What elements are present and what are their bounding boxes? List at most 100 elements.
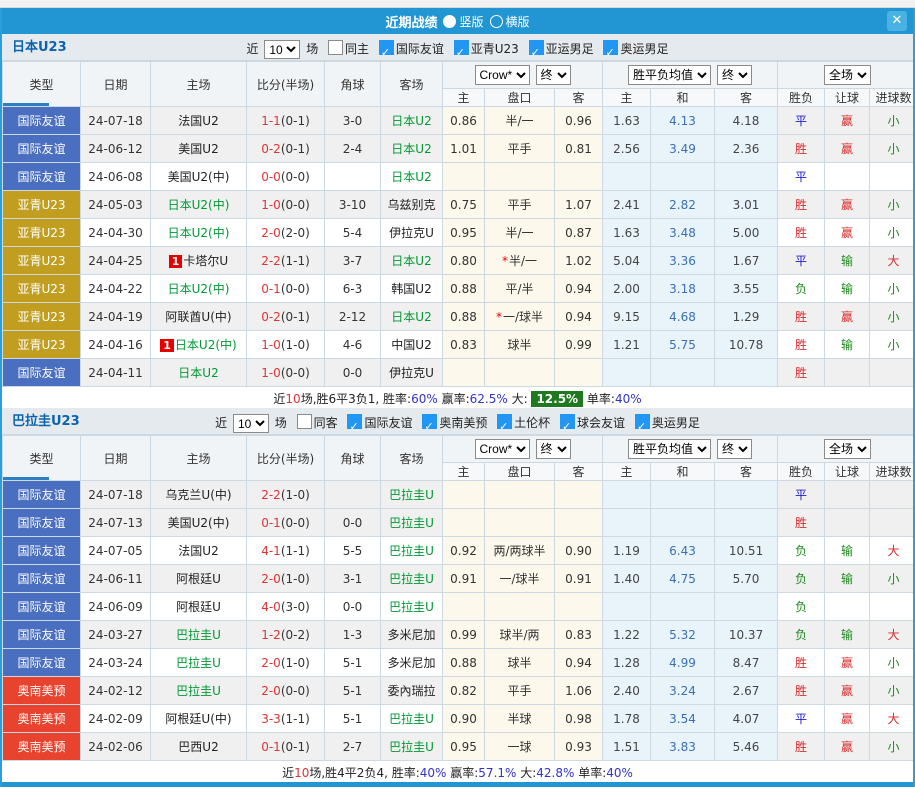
competition-checkbox[interactable] — [379, 40, 394, 55]
handicap-value: *平手 — [485, 677, 555, 705]
competition-checkbox[interactable] — [529, 40, 544, 55]
competition-filter[interactable]: 国际友谊 — [347, 416, 412, 430]
match-score: 0-1(0-0) — [247, 509, 325, 537]
result-handicap: 输 — [825, 537, 870, 565]
horizontal-layout-label[interactable]: 横版 — [506, 13, 530, 30]
avg-final-select[interactable]: 终 — [717, 65, 752, 85]
match-score: 2-0(1-0) — [247, 565, 325, 593]
match-date: 24-02-09 — [81, 705, 151, 733]
result-handicap — [825, 593, 870, 621]
avg-away-value: 1.29 — [715, 303, 778, 331]
same-side-checkbox[interactable] — [328, 40, 343, 55]
result-wdl: 胜 — [778, 677, 825, 705]
rank-badge: 1 — [160, 339, 174, 352]
competition-filter[interactable]: 奥运男足 — [603, 42, 668, 56]
odds-final-select[interactable]: 终 — [536, 65, 571, 85]
team-section: 巴拉圭U23 近 10 场 同客 国际友谊 奥南美预 土伦杯 球会友谊 奥运男足… — [2, 408, 913, 782]
match-row: 国际友谊 24-06-09 阿根廷U 4-0(3-0) 0-0 巴拉圭U * 负 — [3, 593, 914, 621]
sub-header-handicap: 盘口 — [485, 463, 555, 481]
competition-filter[interactable]: 土伦杯 — [497, 416, 550, 430]
competition-filter[interactable]: 亚青U23 — [454, 42, 519, 56]
result-handicap — [825, 509, 870, 537]
match-count-select[interactable]: 10 — [233, 414, 269, 433]
odds-final-select[interactable]: 终 — [536, 439, 571, 459]
competition-filter[interactable]: 球会友谊 — [560, 416, 625, 430]
close-icon[interactable]: ✕ — [887, 11, 907, 31]
avg-draw-value — [651, 509, 715, 537]
result-wdl: 平 — [778, 705, 825, 733]
col-header-type: 类型 — [3, 62, 81, 107]
odds-group-header: Crow* 终 — [443, 436, 603, 463]
summary-part: 60% — [411, 392, 438, 406]
odds-home-value: 0.99 — [443, 621, 485, 649]
avg-away-value: 2.36 — [715, 135, 778, 163]
away-team: 日本U2 — [381, 135, 443, 163]
odds-away-value: 0.81 — [555, 135, 603, 163]
match-date: 24-06-11 — [81, 565, 151, 593]
competition-filter[interactable]: 国际友谊 — [379, 42, 444, 56]
same-side-filter[interactable]: 同主 — [328, 42, 369, 56]
result-wdl: 胜 — [778, 331, 825, 359]
odds-source-select[interactable]: Crow* — [475, 65, 530, 85]
odds-away-value: 0.93 — [555, 733, 603, 761]
competition-checkbox[interactable] — [603, 40, 618, 55]
same-side-checkbox[interactable] — [297, 414, 312, 429]
result-handicap: 赢 — [825, 303, 870, 331]
vertical-layout-radio[interactable] — [443, 15, 456, 28]
odds-home-value: 0.88 — [443, 275, 485, 303]
avg-type-select[interactable]: 胜平负均值 — [628, 439, 711, 459]
home-team: 日本U2 — [151, 359, 247, 387]
handicap-value: *半/一 — [485, 247, 555, 275]
competition-filter[interactable]: 亚运男足 — [529, 42, 594, 56]
corner-score: 5-1 — [325, 649, 381, 677]
match-count-select[interactable]: 10 — [264, 40, 300, 59]
home-team: 日本U2(中) — [151, 219, 247, 247]
corner-score: 5-5 — [325, 537, 381, 565]
match-row: 国际友谊 24-03-27 巴拉圭U 1-2(0-2) 1-3 多米尼加 0.9… — [3, 621, 914, 649]
odds-home-value: 0.75 — [443, 191, 485, 219]
window-titlebar: 近期战绩 竖版 横版 ✕ — [2, 8, 913, 34]
team-title: 日本U23 — [12, 34, 67, 61]
horizontal-layout-radio[interactable] — [490, 15, 503, 28]
odds-source-select[interactable]: Crow* — [475, 439, 530, 459]
scope-select[interactable]: 全场 — [824, 439, 871, 459]
avg-draw-value: 3.54 — [651, 705, 715, 733]
result-goals: 小 — [870, 733, 913, 761]
filter-bar: 近 10 场 同主 国际友谊 亚青U23 亚运男足 奥运男足 — [247, 36, 669, 63]
col-header-corner: 角球 — [325, 436, 381, 481]
competition-filter[interactable]: 奥运男足 — [635, 416, 700, 430]
match-type-badge: 奥南美预 — [3, 705, 81, 733]
competition-checkbox[interactable] — [347, 414, 362, 429]
sub-header-avg-home: 主 — [603, 463, 651, 481]
match-date: 24-04-22 — [81, 275, 151, 303]
vertical-layout-label[interactable]: 竖版 — [459, 13, 483, 30]
competition-filter[interactable]: 奥南美预 — [422, 416, 487, 430]
match-date: 24-05-03 — [81, 191, 151, 219]
competition-checkbox[interactable] — [635, 414, 650, 429]
competition-checkbox[interactable] — [454, 40, 469, 55]
match-score: 0-0(0-0) — [247, 163, 325, 191]
section-header: 巴拉圭U23 近 10 场 同客 国际友谊 奥南美预 土伦杯 球会友谊 奥运男足 — [2, 408, 913, 435]
handicap-value: *球半 — [485, 649, 555, 677]
avg-away-value — [715, 593, 778, 621]
competition-checkbox[interactable] — [560, 414, 575, 429]
same-side-filter[interactable]: 同客 — [297, 416, 338, 430]
scope-select[interactable]: 全场 — [824, 65, 871, 85]
competition-checkbox[interactable] — [422, 414, 437, 429]
avg-draw-value: 3.83 — [651, 733, 715, 761]
result-handicap: 赢 — [825, 107, 870, 135]
result-wdl: 负 — [778, 537, 825, 565]
competition-checkbox[interactable] — [497, 414, 512, 429]
sub-header-handicap-result: 让球 — [825, 89, 870, 107]
avg-draw-value: 2.82 — [651, 191, 715, 219]
competition-filters: 国际友谊 亚青U23 亚运男足 奥运男足 — [373, 42, 669, 56]
corner-score: 5-1 — [325, 705, 381, 733]
avg-draw-value — [651, 163, 715, 191]
away-team: 日本U2 — [381, 107, 443, 135]
avg-final-select[interactable]: 终 — [717, 439, 752, 459]
corner-score: 2-12 — [325, 303, 381, 331]
same-side-label: 同主 — [345, 42, 369, 56]
handicap-value: * — [485, 509, 555, 537]
corner-score: 5-1 — [325, 677, 381, 705]
avg-type-select[interactable]: 胜平负均值 — [628, 65, 711, 85]
